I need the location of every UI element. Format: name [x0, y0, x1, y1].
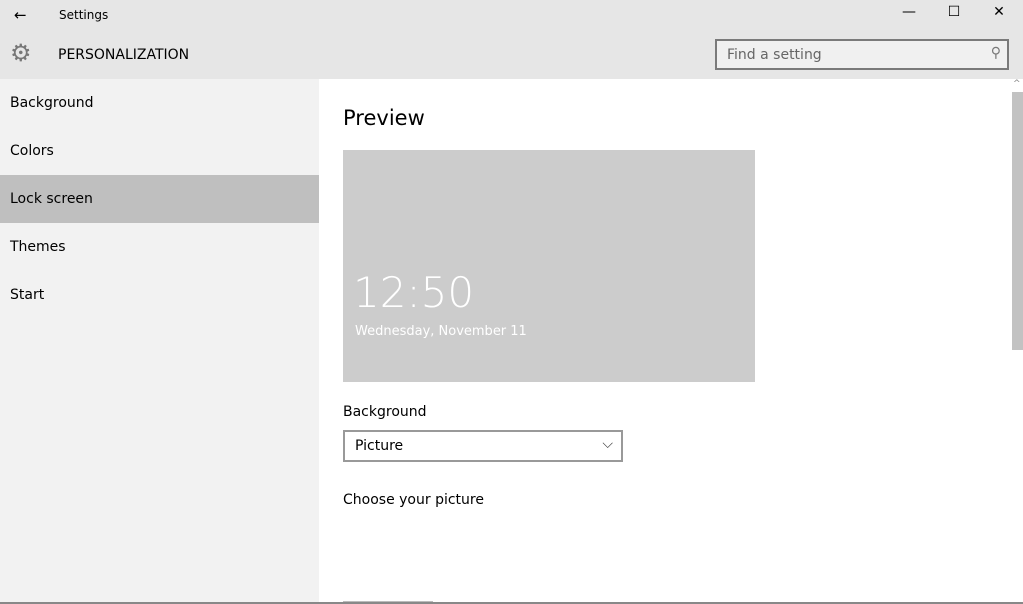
background-dropdown[interactable]: Picture ⌵	[343, 430, 623, 462]
sidebar-item-colors[interactable]: Colors	[0, 127, 319, 175]
sidebar-item-themes[interactable]: Themes	[0, 223, 319, 271]
preview-date: Wednesday, November 11	[355, 324, 527, 339]
scrollbar-thumb[interactable]	[1012, 92, 1023, 350]
close-button[interactable]: ✕	[984, 4, 1014, 26]
gear-icon: ⚙	[10, 39, 32, 67]
choose-picture-label: Choose your picture	[343, 492, 484, 508]
scroll-up-icon[interactable]: ^	[1013, 79, 1021, 89]
preview-time: 12:50	[353, 268, 475, 317]
sidebar-item-background[interactable]: Background	[0, 79, 319, 127]
main-content: Preview 12:50 Wednesday, November 11 Bac…	[319, 79, 1011, 604]
background-dropdown-value: Picture	[355, 438, 404, 454]
title-bar: ← Settings — ☐ ✕	[0, 0, 1023, 30]
minimize-button[interactable]: —	[894, 4, 924, 26]
window-title: Settings	[59, 8, 109, 22]
search-icon[interactable]: ⚲	[991, 45, 1001, 61]
sidebar-item-lock-screen[interactable]: Lock screen	[0, 175, 319, 223]
scrollbar[interactable]: ^	[1011, 79, 1023, 602]
maximize-button[interactable]: ☐	[939, 4, 969, 26]
search-input[interactable]: Find a setting ⚲	[715, 39, 1009, 70]
sidebar-item-start[interactable]: Start	[0, 271, 319, 319]
chevron-down-icon: ⌵	[602, 436, 613, 452]
back-arrow-icon[interactable]: ←	[14, 6, 27, 24]
header: ⚙ PERSONALIZATION Find a setting ⚲	[0, 30, 1023, 79]
sidebar: Background Colors Lock screen Themes Sta…	[0, 79, 319, 604]
section-title: PERSONALIZATION	[58, 47, 190, 63]
search-placeholder: Find a setting	[727, 47, 822, 63]
lock-screen-preview: 12:50 Wednesday, November 11	[343, 150, 755, 382]
background-label: Background	[343, 404, 427, 420]
preview-heading: Preview	[343, 106, 425, 130]
